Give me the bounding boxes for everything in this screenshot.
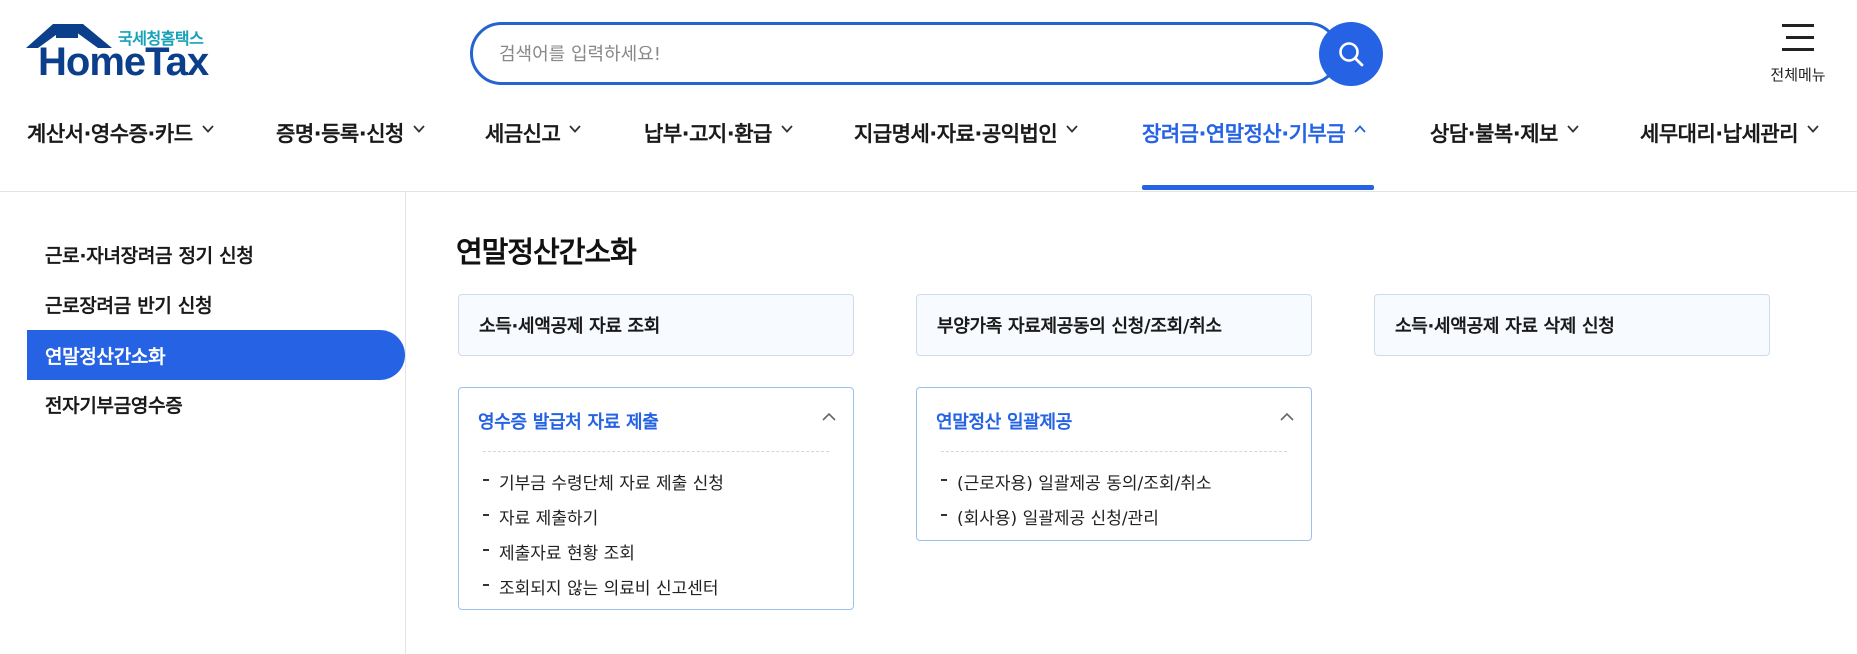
chevron-down-icon bbox=[1567, 125, 1579, 133]
sidebar-item-donation-receipt[interactable]: 전자기부금영수증 bbox=[27, 379, 405, 429]
panel-link-label: 조회되지 않는 의료비 신고센터 bbox=[499, 579, 719, 599]
logo-title: HomeTax bbox=[38, 40, 209, 84]
sidebar-item-label: 근로·자녀장려금 정기 신청 bbox=[45, 244, 254, 267]
full-menu-label: 전체메뉴 bbox=[1770, 66, 1826, 84]
panel-link[interactable]: 기부금 수령단체 자료 제출 신청 bbox=[483, 464, 724, 499]
card-dependent-consent[interactable]: 부양가족 자료제공동의 신청/조회/취소 bbox=[916, 294, 1312, 356]
nav-item-label: 세금신고 bbox=[485, 122, 561, 146]
sidebar-item-incentive-regular[interactable]: 근로·자녀장려금 정기 신청 bbox=[27, 229, 405, 279]
search-input[interactable] bbox=[499, 39, 1279, 69]
divider bbox=[483, 451, 829, 452]
hometax-logo[interactable]: 국세청홈택스 HomeTax bbox=[26, 22, 226, 86]
nav-item-label: 상담·불복·제보 bbox=[1430, 122, 1558, 146]
nav-item-certificate[interactable]: 증명·등록·신청 bbox=[276, 118, 426, 192]
panel-link-label: (회사용) 일괄제공 신청/관리 bbox=[957, 509, 1159, 529]
divider bbox=[941, 451, 1287, 452]
nav-item-invoice[interactable]: 계산서·영수증·카드 bbox=[27, 118, 215, 192]
card-deduction-lookup[interactable]: 소득·세액공제 자료 조회 bbox=[458, 294, 854, 356]
nav-item-payment[interactable]: 납부·고지·환급 bbox=[644, 118, 794, 192]
sidebar-item-incentive-half[interactable]: 근로장려금 반기 신청 bbox=[27, 279, 405, 329]
card-label: 소득·세액공제 자료 조회 bbox=[479, 316, 661, 337]
nav-item-label: 납부·고지·환급 bbox=[644, 122, 772, 146]
nav-item-tax-agent[interactable]: 세무대리·납세관리 bbox=[1640, 118, 1820, 192]
panel-link[interactable]: (회사용) 일괄제공 신청/관리 bbox=[941, 499, 1212, 534]
chevron-down-icon bbox=[1066, 125, 1078, 133]
sidebar-item-yearend-simplified[interactable]: 연말정산간소화 bbox=[27, 330, 405, 380]
sidebar-item-label: 연말정산간소화 bbox=[45, 345, 166, 368]
full-menu-button[interactable]: 전체메뉴 bbox=[1758, 22, 1838, 86]
sidebar-item-label: 전자기부금영수증 bbox=[45, 394, 183, 417]
chevron-down-icon bbox=[569, 125, 581, 133]
panel-link-label: (근로자용) 일괄제공 동의/조회/취소 bbox=[957, 474, 1212, 494]
nav-item-label: 계산서·영수증·카드 bbox=[27, 122, 193, 146]
sidebar: 근로·자녀장려금 정기 신청 근로장려금 반기 신청 연말정산간소화 전자기부금… bbox=[0, 192, 406, 654]
panel-link-label: 제출자료 현황 조회 bbox=[499, 544, 635, 564]
panel-title: 연말정산 일괄제공 bbox=[936, 412, 1073, 433]
nav-item-consult[interactable]: 상담·불복·제보 bbox=[1430, 118, 1580, 192]
search-icon bbox=[1339, 42, 1364, 67]
panel-header[interactable]: 영수증 발급처 자료 제출 bbox=[459, 388, 853, 452]
panel-link-label: 기부금 수령단체 자료 제출 신청 bbox=[499, 474, 724, 494]
card-deduction-delete[interactable]: 소득·세액공제 자료 삭제 신청 bbox=[1374, 294, 1770, 356]
main-nav: 계산서·영수증·카드 증명·등록·신청 세금신고 납부·고지·환급 지급명세·자… bbox=[0, 118, 1857, 192]
panel-link-list: 기부금 수령단체 자료 제출 신청 자료 제출하기 제출자료 현황 조회 조회되… bbox=[483, 464, 724, 604]
card-label: 소득·세액공제 자료 삭제 신청 bbox=[1395, 316, 1615, 337]
chevron-down-icon bbox=[413, 125, 425, 133]
chevron-down-icon bbox=[201, 125, 214, 133]
panel-header[interactable]: 연말정산 일괄제공 bbox=[917, 388, 1311, 452]
nav-item-incentive-yearend[interactable]: 장려금·연말정산·기부금 bbox=[1142, 118, 1367, 192]
panel-title: 영수증 발급처 자료 제출 bbox=[478, 412, 659, 433]
panel-link[interactable]: (근로자용) 일괄제공 동의/조회/취소 bbox=[941, 464, 1212, 499]
header: 국세청홈택스 HomeTax 전체메뉴 bbox=[0, 0, 1857, 100]
panel-link-list: (근로자용) 일괄제공 동의/조회/취소 (회사용) 일괄제공 신청/관리 bbox=[941, 464, 1212, 534]
chevron-up-icon bbox=[822, 412, 836, 421]
page: 국세청홈택스 HomeTax 전체메뉴 계산서·영수증·카드 bbox=[0, 0, 1857, 654]
chevron-down-icon bbox=[781, 125, 793, 133]
nav-item-label: 세무대리·납세관리 bbox=[1640, 122, 1799, 146]
nav-item-statements[interactable]: 지급명세·자료·공익법인 bbox=[854, 118, 1079, 192]
panel-link-label: 자료 제출하기 bbox=[499, 509, 599, 529]
panel-link[interactable]: 제출자료 현황 조회 bbox=[483, 534, 724, 569]
nav-item-label: 장려금·연말정산·기부금 bbox=[1142, 122, 1346, 146]
nav-item-label: 지급명세·자료·공익법인 bbox=[854, 122, 1058, 146]
panel-link[interactable]: 자료 제출하기 bbox=[483, 499, 724, 534]
card-label: 부양가족 자료제공동의 신청/조회/취소 bbox=[937, 316, 1222, 337]
chevron-down-icon bbox=[1807, 125, 1819, 133]
search-button[interactable] bbox=[1319, 22, 1383, 86]
panel-receipt-submission: 영수증 발급처 자료 제출 기부금 수령단체 자료 제출 신청 자료 제출하기 … bbox=[458, 387, 854, 610]
nav-item-tax-filing[interactable]: 세금신고 bbox=[485, 118, 582, 192]
panel-link[interactable]: 조회되지 않는 의료비 신고센터 bbox=[483, 569, 724, 604]
hamburger-menu-icon bbox=[1782, 24, 1814, 52]
chevron-up-icon bbox=[1280, 412, 1294, 421]
search-box bbox=[470, 22, 1340, 85]
nav-item-label: 증명·등록·신청 bbox=[276, 122, 404, 146]
nav-active-underline bbox=[1142, 185, 1374, 190]
sidebar-item-label: 근로장려금 반기 신청 bbox=[45, 294, 213, 317]
panel-bulk-provision: 연말정산 일괄제공 (근로자용) 일괄제공 동의/조회/취소 (회사용) 일괄제… bbox=[916, 387, 1312, 541]
chevron-up-icon bbox=[1354, 125, 1366, 133]
page-title: 연말정산간소화 bbox=[456, 235, 637, 269]
